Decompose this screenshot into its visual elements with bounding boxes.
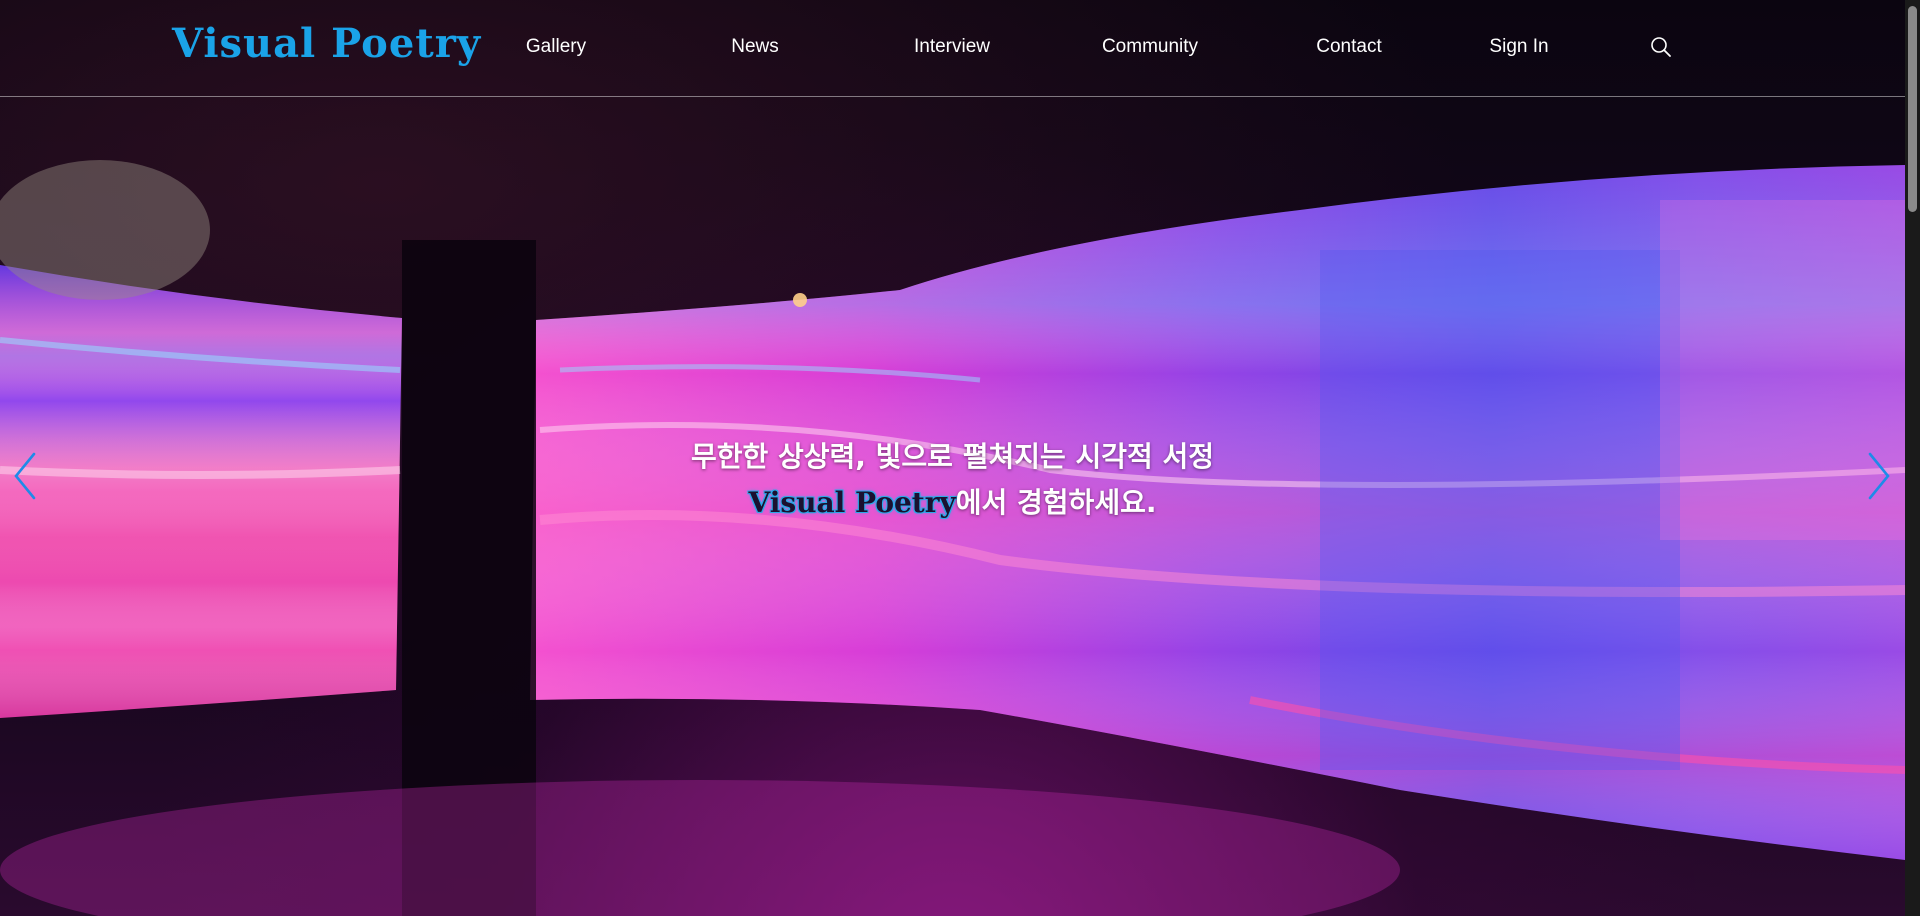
nav-item-sign-in[interactable]: Sign In <box>1489 36 1548 58</box>
chevron-right-icon <box>1868 452 1890 500</box>
carousel-prev-button[interactable] <box>6 448 42 504</box>
nav-item-gallery[interactable]: Gallery <box>526 36 586 58</box>
nav-item-contact[interactable]: Contact <box>1316 36 1381 58</box>
nav-item-news[interactable]: News <box>731 36 779 58</box>
hero-tagline: 무한한 상상력, 빛으로 펼쳐지는 시각적 서정 Visual Poetry에서… <box>0 434 1905 526</box>
page-scrollbar[interactable] <box>1905 0 1920 916</box>
hero-line-2-rest: 에서 경험하세요. <box>955 486 1157 519</box>
nav-item-community[interactable]: Community <box>1102 36 1198 58</box>
nav-item-interview[interactable]: Interview <box>914 36 990 58</box>
hero-line-1: 무한한 상상력, 빛으로 펼쳐지는 시각적 서정 <box>690 440 1215 473</box>
hero-line-2: Visual Poetry에서 경험하세요. <box>0 480 1905 526</box>
carousel-next-button[interactable] <box>1862 448 1898 504</box>
scrollbar-thumb[interactable] <box>1908 6 1917 212</box>
chevron-left-icon <box>14 452 36 500</box>
site-logo[interactable]: Visual Poetry <box>172 20 481 67</box>
search-icon[interactable] <box>1650 36 1672 58</box>
page: Visual Poetry Gallery News Interview Com… <box>0 0 1920 916</box>
hero-brand-name: Visual Poetry <box>748 486 956 519</box>
site-header: Visual Poetry Gallery News Interview Com… <box>0 0 1905 97</box>
